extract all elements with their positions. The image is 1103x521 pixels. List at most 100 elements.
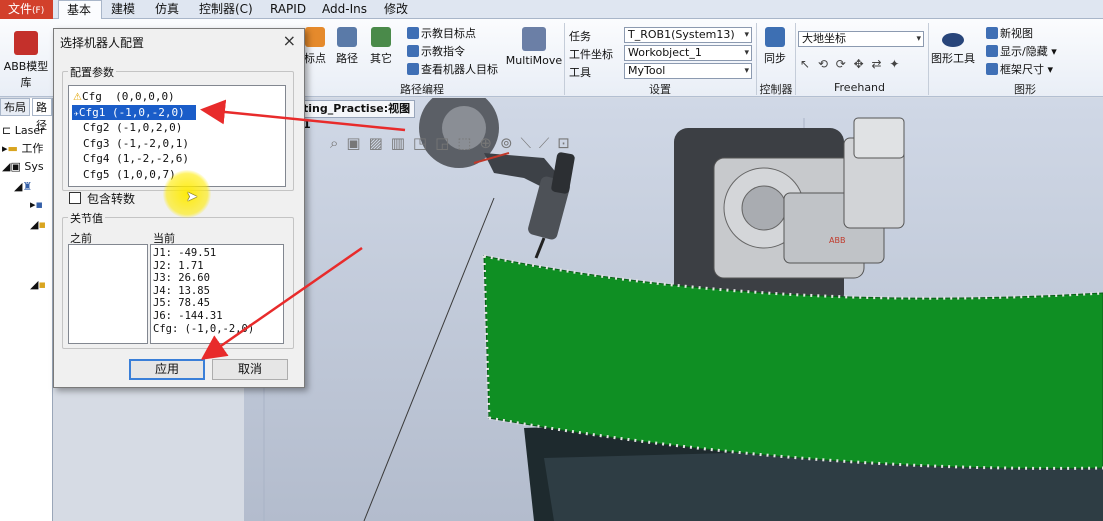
teach-target-icon — [407, 27, 419, 39]
group-settings: 设置 — [649, 83, 671, 96]
tab-layout[interactable]: 布局 — [0, 98, 30, 116]
freehand-tool-icons[interactable]: ↖ ⟲ ⟳ ✥ ⇄ ✦ — [800, 57, 901, 71]
tree-node[interactable]: ▸▪ — [30, 196, 43, 214]
include-turns-checkbox[interactable] — [69, 192, 81, 204]
sync-label: 同步 — [764, 52, 786, 65]
multimove-label: MultiMove — [505, 54, 563, 67]
menu-bar: 文件(F) 基本 建模 仿真 控制器(C) RAPID Add-Ins 修改 — [0, 0, 1103, 20]
tab-controller[interactable]: 控制器(C) — [191, 0, 261, 19]
tree-item-laser[interactable]: ⊏ Laser — [2, 122, 45, 140]
folder-icon: ▬ — [7, 142, 18, 155]
config-params-legend: 配置参数 — [68, 64, 116, 80]
sync-icon — [765, 27, 785, 47]
wobj-combo[interactable]: Workobject_1 — [624, 45, 752, 61]
multimove-button[interactable]: MultiMove — [505, 27, 563, 67]
joint-value: J4: 13.85 — [153, 284, 210, 297]
include-turns-label: 包含转数 — [87, 192, 136, 206]
group-controller: 控制器 — [759, 83, 793, 96]
close-icon[interactable]: × — [402, 101, 411, 117]
group-freehand: Freehand — [834, 81, 886, 94]
joint-value: J1: -49.51 — [153, 247, 217, 259]
config-item-label: Cfg4 (1,-2,-2,6) — [83, 152, 189, 165]
tab-modify[interactable]: 修改 — [376, 0, 416, 19]
view-robot-target-label: 查看机器人目标 — [421, 63, 498, 76]
config-item-selected[interactable]: ✈Cfg1 (-1,0,-2,0) — [72, 104, 196, 120]
joint-value: Cfg: (-1,0,-2,0) — [153, 322, 255, 335]
tree-item-sys[interactable]: ◢▣ Sys — [2, 158, 44, 176]
cancel-button[interactable]: 取消 — [212, 359, 288, 380]
joint-value: J5: 78.45 — [153, 297, 210, 310]
frame-size-button[interactable]: 框架尺寸 ▾ — [986, 61, 1053, 78]
new-view-button[interactable]: 新视图 — [986, 25, 1033, 42]
system-icon: ▣ — [10, 160, 21, 173]
apply-button[interactable]: 应用 — [129, 359, 205, 380]
dialog-title: 选择机器人配置 — [60, 36, 145, 50]
file-menu[interactable]: 文件(F) — [0, 0, 53, 19]
config-item[interactable]: ⚠Cfg (0,0,0,0) — [69, 89, 285, 105]
teach-target-button[interactable]: 示教目标点 — [407, 25, 476, 42]
frame-size-label: 框架尺寸 — [1000, 63, 1044, 76]
view-tab[interactable]: ting_Practise:视图1 × — [300, 100, 415, 131]
frame-size-icon — [986, 63, 998, 75]
show-hide-button[interactable]: 显示/隐藏 ▾ — [986, 43, 1057, 60]
config-item[interactable]: Cfg4 (1,-2,-2,6) — [69, 151, 285, 167]
tree-item-work[interactable]: ▸▬ 工作 — [2, 140, 43, 158]
tab-add-ins[interactable]: Add-Ins — [314, 0, 375, 19]
config-item-label: Cfg3 (-1,-2,0,1) — [83, 136, 189, 150]
abb-library-button[interactable]: ABB模型库 — [0, 31, 52, 90]
tree-item-label: 工作 — [21, 142, 44, 155]
group-graphics: 图形 — [1014, 83, 1036, 96]
warning-icon: ⚠ — [73, 92, 82, 103]
new-view-label: 新视图 — [1000, 27, 1033, 40]
eye-icon — [942, 33, 964, 47]
node-icon: ▪ — [35, 198, 43, 211]
path-button[interactable]: 路径 — [333, 27, 361, 66]
config-item-label: Cfg2 (-1,0,2,0) — [83, 121, 183, 134]
config-item[interactable]: Cfg2 (-1,0,2,0) — [69, 120, 285, 136]
sync-button[interactable]: 同步 — [760, 27, 790, 66]
tab-modeling[interactable]: 建模 — [103, 0, 143, 19]
tree-node[interactable]: ◢▪ — [30, 276, 46, 294]
group-separator — [564, 23, 565, 95]
node-icon: ▪ — [38, 218, 46, 231]
viewport-toolbar[interactable]: ⌕▣▨▥◳◲⬚⊕⊚⟍⟋⊡ — [330, 134, 578, 152]
tree-node[interactable]: ◢♜ — [14, 178, 32, 196]
other-button[interactable]: 其它 — [366, 27, 396, 66]
target-point-icon — [305, 27, 325, 47]
task-combo[interactable]: T_ROB1(System13) — [624, 27, 752, 43]
3d-viewport[interactable]: ABB — [244, 98, 1103, 521]
target-point-label: 标点 — [304, 52, 326, 65]
tab-rapid[interactable]: RAPID — [262, 0, 314, 19]
other-label: 其它 — [370, 52, 392, 65]
close-icon[interactable]: × — [283, 31, 296, 50]
tab-path[interactable]: 路径 — [32, 98, 52, 132]
path-icon — [337, 27, 357, 47]
show-hide-label: 显示/隐藏 — [1000, 45, 1048, 58]
group-path-programming: 路径编程 — [400, 83, 444, 96]
station-icon: ⊏ — [2, 124, 12, 137]
frame-combo[interactable]: 大地坐标 — [798, 31, 924, 47]
layout-panel: 布局 路径 ⊏ Laser ▸▬ 工作 ◢▣ Sys ◢♜ ▸▪ ◢▪ ◢▪ — [0, 98, 53, 521]
tab-simulation[interactable]: 仿真 — [147, 0, 187, 19]
config-item[interactable]: Cfg3 (-1,-2,0,1) — [69, 136, 285, 152]
tab-basic[interactable]: 基本 — [58, 0, 102, 20]
joint-value: J6: -144.31 — [153, 309, 223, 322]
multimove-icon — [522, 27, 546, 51]
abb-library-icon — [14, 31, 38, 55]
tool-combo[interactable]: MyTool — [624, 63, 752, 79]
joint-value: J2: 1.71 — [153, 259, 204, 272]
view-robot-target-icon — [407, 63, 419, 75]
path-label: 路径 — [336, 52, 358, 65]
mouse-cursor-icon: ➤ — [186, 189, 198, 205]
teach-instruction-label: 示教指令 — [421, 45, 465, 58]
view-robot-target-button[interactable]: 查看机器人目标 — [407, 61, 498, 78]
group-separator — [795, 23, 796, 95]
wobj-label: 工件坐标 — [569, 48, 613, 61]
show-hide-icon — [986, 45, 998, 57]
tree-node[interactable]: ◢▪ — [30, 216, 46, 234]
node-icon: ▪ — [38, 278, 46, 291]
graphics-tools-button[interactable]: 图形工具 — [928, 27, 978, 66]
task-label: 任务 — [569, 30, 591, 43]
teach-instruction-button[interactable]: 示教指令 — [407, 43, 465, 60]
other-icon — [371, 27, 391, 47]
